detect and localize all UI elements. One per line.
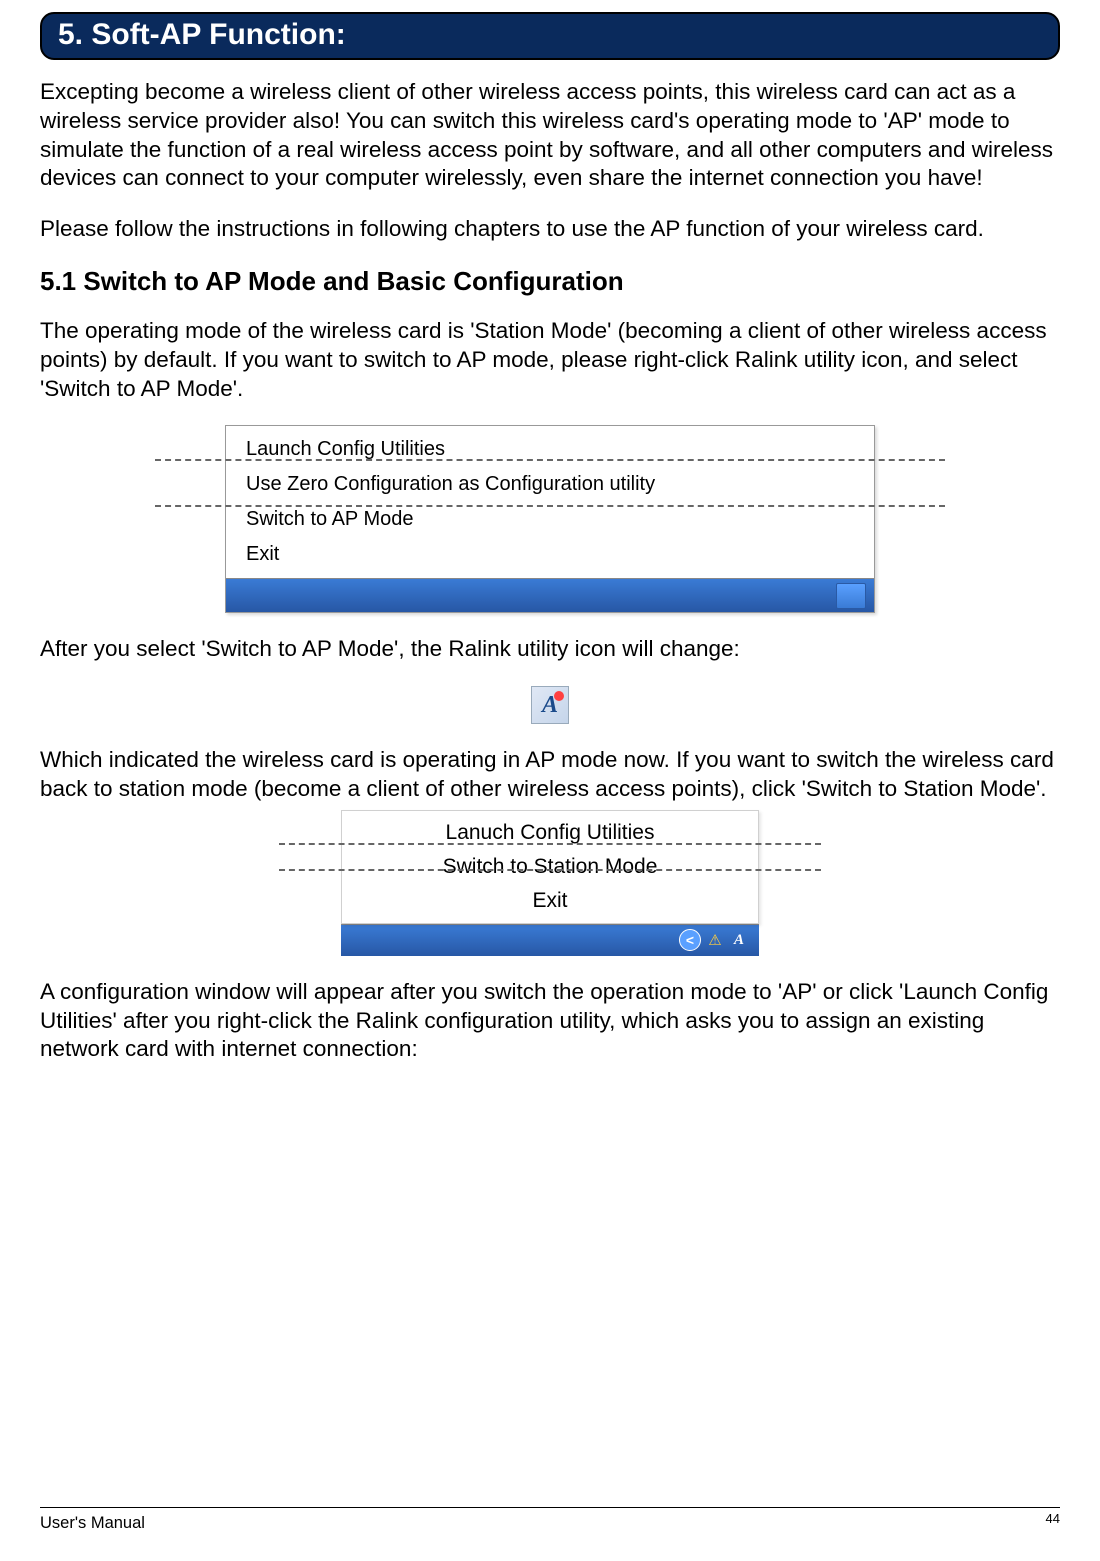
footer-page-number: 44 bbox=[1046, 1511, 1060, 1530]
menu-item-launch-config-2[interactable]: Lanuch Config Utilities bbox=[342, 816, 758, 850]
figure-context-menu-1: Launch Config Utilities Use Zero Configu… bbox=[40, 425, 1060, 613]
paragraph-3: The operating mode of the wireless card … bbox=[40, 317, 1060, 403]
ap-mode-icon: A bbox=[531, 686, 569, 724]
tray-shield-icon[interactable]: ⚠ bbox=[705, 930, 725, 950]
figure-context-menu-2: Lanuch Config Utilities Switch to Statio… bbox=[40, 810, 1060, 956]
tray-ap-icon[interactable]: A bbox=[729, 930, 749, 950]
menu-item-exit-2[interactable]: Exit bbox=[342, 884, 758, 918]
paragraph-6: A configuration window will appear after… bbox=[40, 978, 1060, 1064]
menu-item-launch-config[interactable]: Launch Config Utilities bbox=[226, 432, 874, 467]
paragraph-intro-2: Please follow the instructions in follow… bbox=[40, 215, 1060, 244]
paragraph-intro-1: Excepting become a wireless client of ot… bbox=[40, 78, 1060, 193]
context-menu-2: Lanuch Config Utilities Switch to Statio… bbox=[341, 810, 759, 924]
page-footer: User's Manual 44 bbox=[40, 1507, 1060, 1533]
context-menu: Launch Config Utilities Use Zero Configu… bbox=[225, 425, 875, 613]
taskbar bbox=[226, 578, 874, 612]
figure-ap-icon: A bbox=[40, 686, 1060, 724]
menu-item-exit[interactable]: Exit bbox=[226, 537, 874, 572]
paragraph-4: After you select 'Switch to AP Mode', th… bbox=[40, 635, 1060, 664]
menu-item-switch-station[interactable]: Switch to Station Mode bbox=[342, 850, 758, 884]
taskbar-2: < ⚠ A bbox=[341, 924, 759, 956]
paragraph-5: Which indicated the wireless card is ope… bbox=[40, 746, 1060, 804]
tray-expand-icon[interactable]: < bbox=[679, 929, 701, 951]
footer-title: User's Manual bbox=[40, 1514, 145, 1533]
subheading-5-1: 5.1 Switch to AP Mode and Basic Configur… bbox=[40, 266, 1060, 297]
menu-item-zero-config[interactable]: Use Zero Configuration as Configuration … bbox=[226, 467, 874, 502]
tray-ralink-icon[interactable] bbox=[836, 583, 866, 609]
menu-item-switch-ap[interactable]: Switch to AP Mode bbox=[226, 502, 874, 537]
section-header: 5. Soft-AP Function: bbox=[40, 12, 1060, 60]
